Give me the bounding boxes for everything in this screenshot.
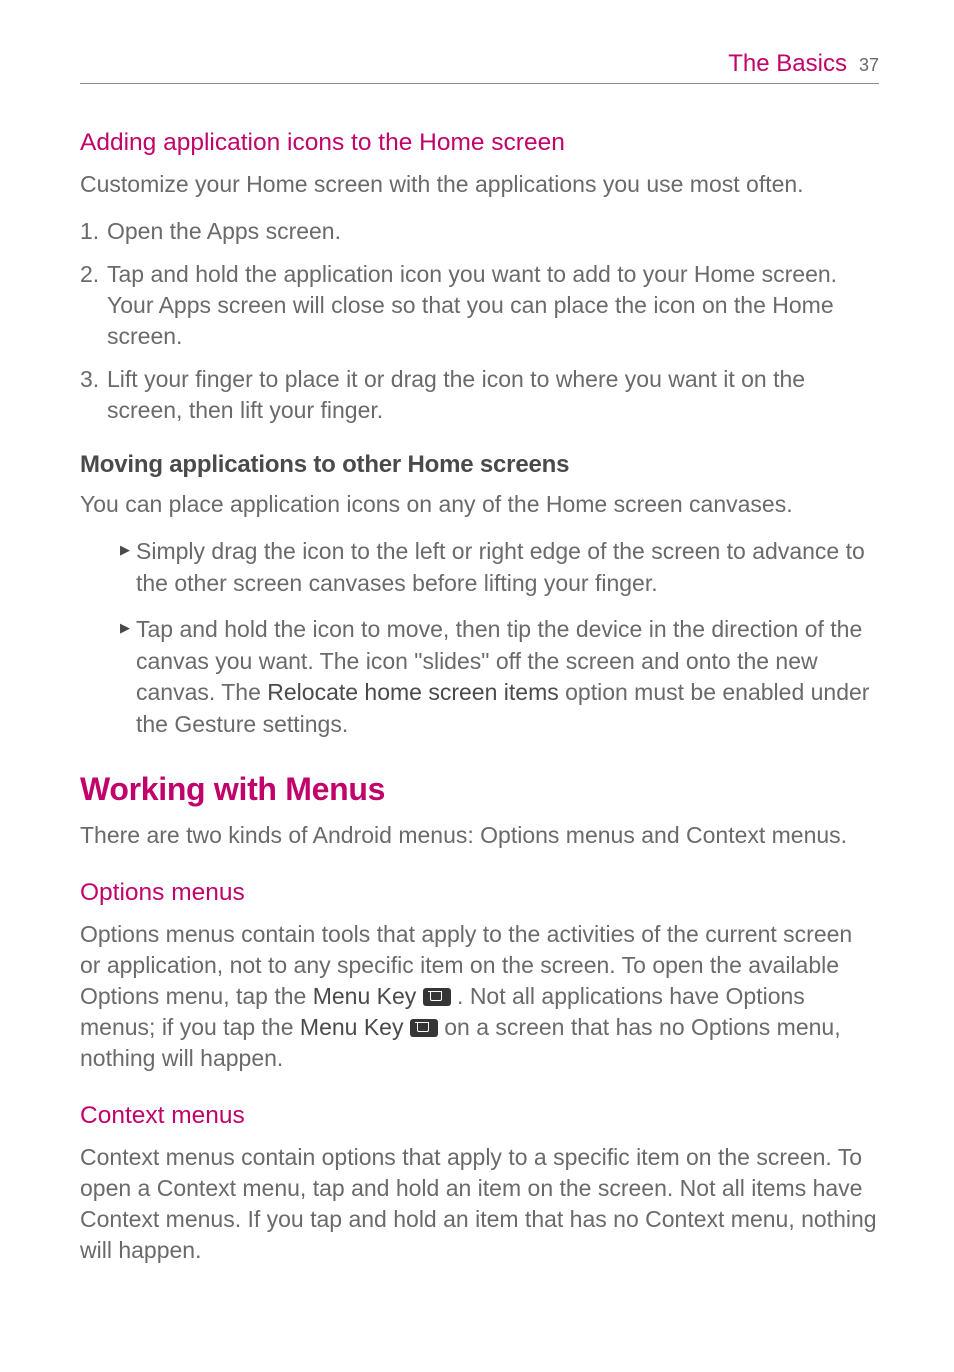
document-page: The Basics 37 Adding application icons t…: [0, 0, 954, 1342]
heading-context-menus: Context menus: [80, 1102, 879, 1130]
menu-key-icon: [423, 988, 451, 1006]
step-text: Tap and hold the application icon you wa…: [107, 259, 879, 352]
bullet-item: ▶ Simply drag the icon to the left or ri…: [120, 536, 879, 599]
paragraph-context-menus: Context menus contain options that apply…: [80, 1142, 879, 1266]
page-header: The Basics 37: [80, 50, 879, 84]
step-item: 3. Lift your finger to place it or drag …: [80, 364, 879, 426]
bullet-marker-icon: ▶: [120, 541, 130, 559]
paragraph-customize: Customize your Home screen with the appl…: [80, 169, 879, 200]
paragraph-canvases: You can place application icons on any o…: [80, 489, 879, 520]
step-number: 2.: [80, 259, 107, 352]
heading-moving-apps: Moving applications to other Home screen…: [80, 451, 879, 479]
header-page-number: 37: [859, 55, 879, 76]
heading-adding-icons: Adding application icons to the Home scr…: [80, 129, 879, 157]
paragraph-menu-kinds: There are two kinds of Android menus: Op…: [80, 820, 879, 851]
menu-key-icon: [410, 1019, 438, 1037]
heading-options-menus: Options menus: [80, 879, 879, 907]
bullet-marker-icon: ▶: [120, 619, 130, 637]
inline-strong: Menu Key: [313, 983, 417, 1009]
step-item: 1. Open the Apps screen.: [80, 216, 879, 247]
steps-list: 1. Open the Apps screen. 2. Tap and hold…: [80, 216, 879, 426]
bullet-item: ▶ Tap and hold the icon to move, then ti…: [120, 614, 879, 741]
bullet-text: Tap and hold the icon to move, then tip …: [136, 616, 869, 737]
inline-strong: Relocate home screen items: [267, 679, 558, 705]
step-text: Lift your finger to place it or drag the…: [107, 364, 879, 426]
heading-working-menus: Working with Menus: [80, 771, 879, 808]
step-number: 3.: [80, 364, 107, 426]
bullet-text: Simply drag the icon to the left or righ…: [136, 538, 865, 596]
bullet-list: ▶ Simply drag the icon to the left or ri…: [120, 536, 879, 740]
paragraph-options-menus: Options menus contain tools that apply t…: [80, 919, 879, 1074]
step-text: Open the Apps screen.: [107, 216, 879, 247]
inline-strong: Menu Key: [300, 1014, 404, 1040]
step-item: 2. Tap and hold the application icon you…: [80, 259, 879, 352]
header-section-title: The Basics: [728, 50, 847, 78]
step-number: 1.: [80, 216, 107, 247]
